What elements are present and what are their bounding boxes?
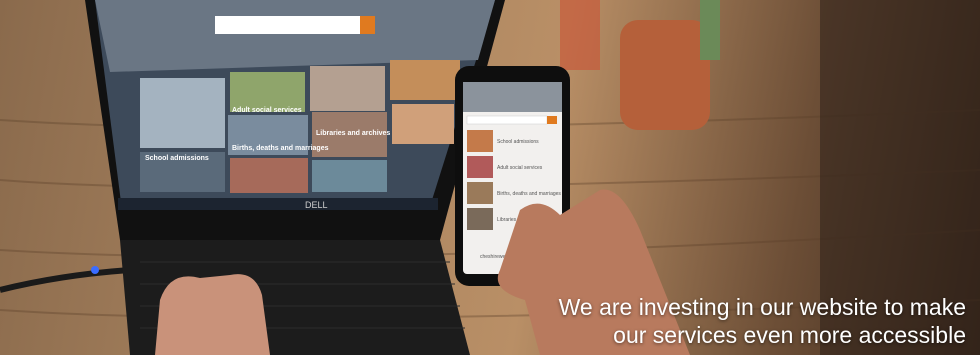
laptop-tile-label: Libraries and archives [316,130,390,137]
power-cable [0,267,131,293]
taskbar [118,198,438,210]
phone-item-label: Births, deaths and marriages [497,191,561,197]
caption-line-1: We are investing in our website to make [558,294,966,320]
phone-search-bar [466,115,548,125]
hero-banner: School admissions Adult social services … [0,0,980,355]
banner-caption: We are investing in our website to make … [559,293,966,349]
laptop-search-button [360,16,375,34]
laptop-tile-label: Adult social services [232,107,302,114]
laptop: School admissions Adult social services … [85,0,505,355]
caption-line-2: our services even more accessible [613,322,966,348]
laptop-search-bar [215,16,375,34]
phone-item-label: School admissions [497,139,539,145]
phone-item-label: Adult social services [497,165,543,171]
phone-search-button [547,116,557,124]
laptop-tile-label: School admissions [145,155,209,162]
cable-light [91,266,99,274]
plant-pot [560,0,720,130]
laptop-tile-label: Births, deaths and marriages [232,145,329,152]
hand-typing [155,274,270,355]
laptop-brand-logo: DELL [305,200,328,210]
